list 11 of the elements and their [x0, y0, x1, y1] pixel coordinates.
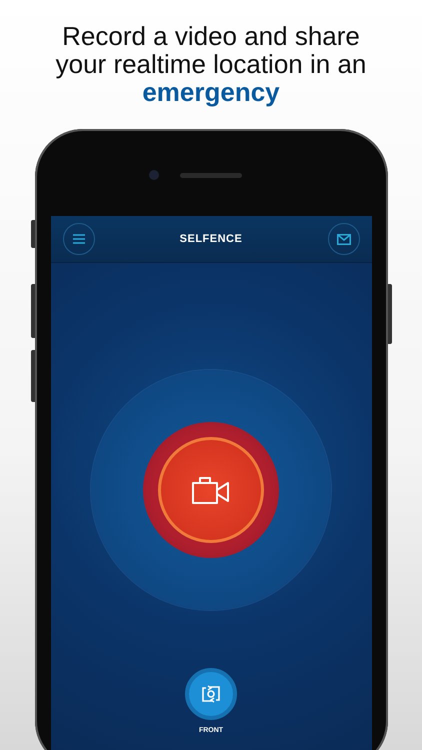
- headline: Record a video and share your realtime location in an emergency: [54, 22, 368, 106]
- menu-icon: [72, 234, 84, 244]
- video-camera-icon: [191, 475, 231, 505]
- mail-button[interactable]: [328, 223, 360, 255]
- switch-camera-icon: [201, 685, 221, 703]
- mail-icon: [336, 234, 350, 244]
- camera-icon: [148, 170, 158, 180]
- speaker-icon: [180, 173, 242, 178]
- switch-camera-button[interactable]: [185, 668, 237, 720]
- app-title: SELFENCE: [180, 233, 242, 245]
- menu-button[interactable]: [62, 223, 94, 255]
